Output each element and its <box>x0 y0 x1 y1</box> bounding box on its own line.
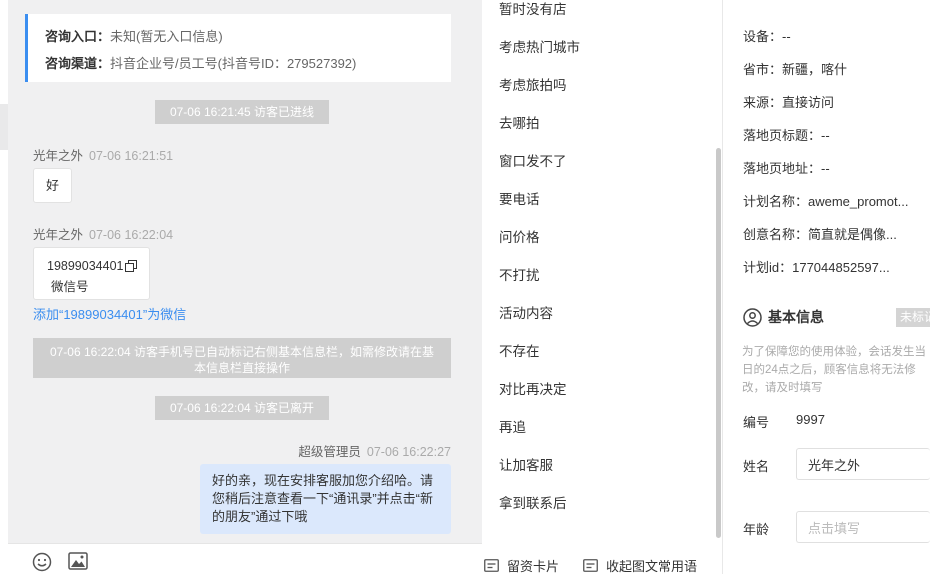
quick-reply-item[interactable]: 活动内容 <box>499 302 553 322</box>
wechat-label: 微信号 <box>51 280 89 294</box>
message-sender-2: 光年之外 07-06 16:22:04 <box>33 224 173 243</box>
age-label: 年龄 <box>743 522 770 537</box>
chevron-icon <box>749 0 751 1</box>
card-icon <box>484 559 499 572</box>
number-value: 9997 <box>796 412 825 427</box>
edit-hint: 为了保障您的使用体验，会话发生当日的24点之后，顾客信息将无法修改，请及时填写 <box>742 346 926 394</box>
channel-label: 咨询渠道： <box>45 56 111 71</box>
wechat-number-line: 19899034401 <box>47 259 138 273</box>
message-time: 07-06 16:22:27 <box>366 445 451 459</box>
emoji-icon[interactable] <box>32 552 52 572</box>
landing-url-info: 落地页地址：-- <box>743 161 830 176</box>
system-message-phone-tag: 07-06 16:22:04 访客手机号已自动标记右侧基本信息栏，如需修改请在基… <box>33 338 451 378</box>
mark-tag[interactable]: 未标记 <box>896 308 930 327</box>
age-placeholder: 点击填写 <box>808 520 861 536</box>
collapse-phrases-label: 收起图文常用语 <box>606 559 698 574</box>
lead-card-button[interactable]: 留资卡片 <box>484 556 559 575</box>
sender-name: 光年之外 <box>33 149 84 163</box>
quick-reply-item[interactable]: 不打扰 <box>499 264 540 284</box>
wechat-card[interactable]: 19899034401 微信号 <box>33 247 150 300</box>
quick-reply-item[interactable]: 对比再决定 <box>499 378 567 398</box>
user-icon <box>743 307 762 327</box>
sender-name: 光年之外 <box>33 228 84 242</box>
quick-reply-item[interactable]: 要电话 <box>499 188 540 208</box>
name-label: 姓名 <box>743 459 770 474</box>
message-time: 07-06 16:22:04 <box>89 228 174 242</box>
sender-name: 超级管理员 <box>298 445 361 459</box>
entry-label: 咨询入口： <box>45 29 111 44</box>
message-bubble-self: 好的亲，现在安排客服加您介绍哈。请您稍后注意查看一下“通讯录”并点击“新的朋友”… <box>200 464 451 534</box>
quick-reply-item[interactable]: 去哪拍 <box>499 112 540 132</box>
number-label: 编号 <box>743 415 770 430</box>
quick-replies-scrollbar[interactable] <box>716 148 721 538</box>
quick-reply-item[interactable]: 不存在 <box>499 340 540 360</box>
system-message-join: 07-06 16:21:45 访客已进线 <box>155 100 329 124</box>
message-sender-1: 光年之外 07-06 16:21:51 <box>33 145 173 164</box>
entry-line: 咨询入口：未知(暂无入口信息) <box>45 26 223 45</box>
quick-reply-item[interactable]: 拿到联系后 <box>499 492 567 512</box>
name-field[interactable]: 光年之外 <box>796 448 930 480</box>
visitor-info-panel: 设备：-- 省市：新疆，喀什 来源：直接访问 落地页标题：-- 落地页地址：--… <box>723 0 930 574</box>
source-info: 来源：直接访问 <box>743 95 835 110</box>
quick-reply-item[interactable]: 窗口发不了 <box>499 150 567 170</box>
message-time: 07-06 16:21:51 <box>89 149 174 163</box>
phrases-icon <box>583 559 598 572</box>
quick-reply-item[interactable]: 问价格 <box>499 226 540 246</box>
lead-card-label: 留资卡片 <box>507 559 560 574</box>
channel-value: 抖音企业号/员工号(抖音号ID：279527392) <box>110 56 357 71</box>
plan-id-info: 计划id：177044852597... <box>743 260 890 275</box>
basic-info-label: 基本信息 <box>768 309 824 325</box>
wechat-number: 19899034401 <box>47 259 124 273</box>
message-bubble-1: 好 <box>33 168 72 203</box>
consult-info-card: 咨询入口：未知(暂无入口信息) 咨询渠道：抖音企业号/员工号(抖音号ID：279… <box>25 14 451 82</box>
age-field[interactable]: 点击填写 <box>796 511 930 543</box>
copy-icon[interactable] <box>125 260 138 272</box>
quick-reply-item[interactable]: 考虑旅拍吗 <box>499 74 567 94</box>
chat-toolbar <box>8 543 482 574</box>
channel-line: 咨询渠道：抖音企业号/员工号(抖音号ID：279527392) <box>45 53 356 72</box>
quick-reply-item[interactable]: 暂时没有店 <box>499 0 567 18</box>
basic-info-title: 基本信息 <box>743 307 824 327</box>
landing-title-info: 落地页标题：-- <box>743 128 830 143</box>
region-info: 省市：新疆，喀什 <box>743 62 848 77</box>
entry-value: 未知(暂无入口信息) <box>110 29 223 44</box>
plan-name-info: 计划名称：aweme_promot... <box>743 194 909 209</box>
system-message-leave: 07-06 16:22:04 访客已离开 <box>155 396 329 420</box>
collapse-phrases-button[interactable]: 收起图文常用语 <box>583 556 697 575</box>
quick-reply-item[interactable]: 再追 <box>499 416 526 436</box>
message-sender-3: 超级管理员 07-06 16:22:27 <box>298 441 451 460</box>
gutter-notch <box>0 104 8 150</box>
image-icon[interactable] <box>68 552 88 570</box>
quick-reply-item[interactable]: 让加客服 <box>499 454 553 474</box>
quick-replies-panel: 暂时没有店 考虑热门城市 考虑旅拍吗 去哪拍 窗口发不了 要电话 问价格 不打扰… <box>482 0 722 543</box>
left-gutter <box>0 0 8 574</box>
device-info: 设备：-- <box>743 29 791 44</box>
quick-reply-item[interactable]: 考虑热门城市 <box>499 36 580 56</box>
add-wechat-link[interactable]: 添加“19899034401”为微信 <box>33 304 186 323</box>
creative-name-info: 创意名称：简直就是偶像... <box>743 227 897 242</box>
name-value: 光年之外 <box>808 457 861 473</box>
